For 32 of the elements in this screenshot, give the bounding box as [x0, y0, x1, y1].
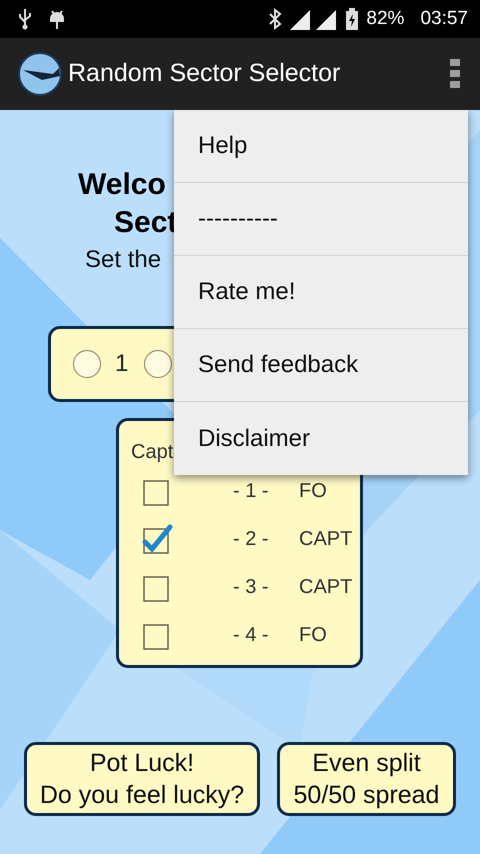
crew-header: Capt — [131, 440, 174, 465]
menu-item[interactable]: Disclaimer — [174, 402, 468, 475]
sector-number: - 3 - — [233, 575, 270, 600]
radio-label: 1 — [115, 349, 128, 379]
app-logo-icon — [18, 52, 62, 96]
overflow-menu-icon[interactable] — [450, 59, 460, 89]
sector-number: - 1 - — [233, 479, 270, 504]
android-icon — [48, 8, 66, 30]
clock-time: 03:57 — [420, 6, 468, 31]
menu-item[interactable]: Send feedback — [174, 329, 468, 402]
battery-icon — [346, 8, 358, 30]
signal-icon — [290, 8, 338, 30]
battery-percent: 82% — [366, 6, 404, 31]
crew-role: FO — [299, 623, 327, 648]
radio-button[interactable] — [144, 350, 172, 378]
usb-icon — [18, 8, 32, 30]
app-title: Random Sector Selector — [68, 58, 340, 90]
crew-role: FO — [299, 479, 327, 504]
radio-button[interactable] — [73, 350, 101, 378]
welcome-subtitle: Set the — [84, 245, 162, 275]
welcome-title: Welco — [78, 167, 166, 203]
bluetooth-icon — [268, 8, 282, 30]
sector-number: - 4 - — [233, 623, 270, 648]
pot-luck-button[interactable]: Pot Luck! Do you feel lucky? — [24, 742, 260, 816]
menu-item[interactable]: ---------- — [174, 183, 468, 256]
sector-number: - 2 - — [233, 527, 270, 552]
even-split-button[interactable]: Even split 50/50 spread — [277, 742, 456, 816]
crew-role: CAPT — [299, 575, 352, 600]
checkbox[interactable] — [141, 522, 173, 556]
crew-role: CAPT — [299, 527, 352, 552]
menu-item[interactable]: Help — [174, 110, 468, 183]
menu-item[interactable]: Rate me! — [174, 256, 468, 329]
